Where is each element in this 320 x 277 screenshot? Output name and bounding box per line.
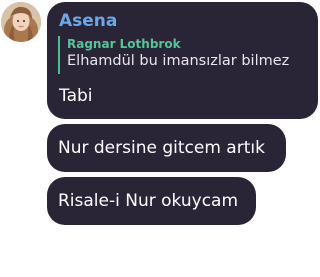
reply-quote[interactable]: Ragnar Lothbrok Elhamdül bu imansızlar b… bbox=[58, 36, 307, 74]
avatar-photo-icon bbox=[1, 2, 41, 42]
message-bubble-with-reply[interactable]: Asena Ragnar Lothbrok Elhamdül bu imansı… bbox=[47, 2, 318, 119]
reply-author: Ragnar Lothbrok bbox=[67, 37, 181, 51]
message-text: Risale-i Nur okuycam bbox=[58, 191, 239, 211]
message-bubble[interactable]: Risale-i Nur okuycam bbox=[47, 177, 256, 225]
message-text: Tabi bbox=[59, 86, 93, 106]
sender-avatar[interactable] bbox=[1, 2, 41, 42]
chat-message-group: Asena Ragnar Lothbrok Elhamdül bu imansı… bbox=[0, 0, 320, 277]
message-text: Nur dersine gitcem artık bbox=[58, 138, 265, 158]
sender-name[interactable]: Asena bbox=[59, 11, 307, 31]
message-bubble[interactable]: Nur dersine gitcem artık bbox=[47, 124, 286, 172]
reply-text: Elhamdül bu imansızlar bilmez bbox=[67, 53, 290, 69]
